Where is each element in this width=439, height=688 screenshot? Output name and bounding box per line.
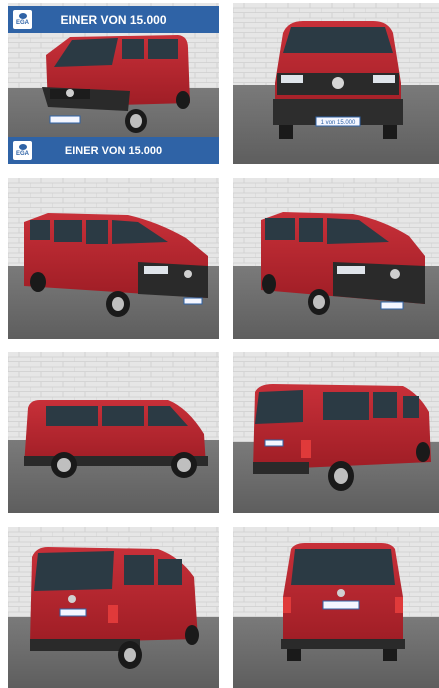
gallery-thumb-8[interactable] xyxy=(233,527,439,688)
promo-banner-bottom-text: EINER VON 15.000 xyxy=(64,144,163,157)
ega-logo-icon: EGA xyxy=(13,10,32,29)
gallery-thumb-5[interactable] xyxy=(8,352,219,513)
promo-banner-top: EGA EINER VON 15.000 xyxy=(8,6,219,33)
gallery-thumb-3[interactable] xyxy=(8,178,219,339)
gallery-thumb-7[interactable] xyxy=(8,527,219,688)
promo-banner-top-text: EINER VON 15.000 xyxy=(60,12,167,27)
gallery-thumb-6[interactable] xyxy=(233,352,439,513)
van-image: 1 von 15.000 xyxy=(273,21,403,139)
gallery-thumb-2[interactable]: 1 von 15.000 xyxy=(233,3,439,164)
gallery-thumb-4[interactable] xyxy=(233,178,439,339)
ega-logo-icon: EGA xyxy=(13,141,32,160)
promo-banner-bottom: EGA EINER VON 15.000 xyxy=(8,137,219,164)
gallery-thumb-1[interactable]: EGA EINER VON 15.000 EGA EINER VON 15.00… xyxy=(8,3,219,164)
license-plate: 1 von 15.000 xyxy=(321,120,356,126)
van-image xyxy=(281,543,405,661)
